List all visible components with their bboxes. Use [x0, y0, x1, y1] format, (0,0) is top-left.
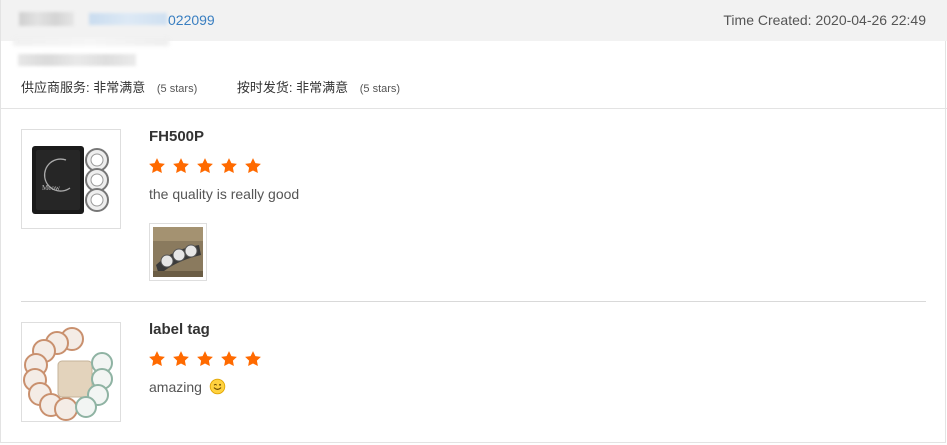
star-icon — [173, 351, 189, 367]
on-time-shipping-value: 非常满意 — [296, 80, 349, 95]
on-time-shipping-rating: 按时发货: 非常满意 (5 stars) — [237, 77, 400, 96]
supplier-service-value: 非常满意 — [93, 80, 146, 95]
review-text-container: amazing — [149, 378, 226, 395]
time-created: Time Created: 2020-04-26 22:49 — [723, 12, 926, 28]
supplier-service-rating: 供应商服务: 非常满意 (5 stars) — [21, 77, 197, 96]
review-text: amazing — [149, 379, 202, 395]
star-icon — [244, 351, 261, 367]
review-stars — [148, 350, 263, 370]
order-review-card: 022099 Time Created: 2020-04-26 22:49 供应… — [0, 0, 947, 443]
star-icon — [220, 158, 237, 174]
star-icon — [197, 351, 213, 367]
product-thumbnail[interactable] — [21, 322, 121, 422]
star-icon — [149, 158, 165, 174]
svg-text:Meow: Meow — [42, 184, 61, 192]
review-photo[interactable] — [149, 223, 207, 281]
star-icon — [244, 158, 261, 174]
supplier-ratings: 供应商服务: 非常满意 (5 stars) 按时发货: 非常满意 (5 star… — [21, 77, 436, 96]
product-title[interactable]: FH500P — [149, 128, 204, 145]
star-icon — [197, 158, 213, 174]
order-header: 022099 Time Created: 2020-04-26 22:49 — [1, 0, 947, 41]
buyer-name-redacted — [18, 54, 136, 66]
on-time-shipping-label: 按时发货: — [236, 80, 293, 95]
smiling-face-icon — [209, 378, 226, 395]
product-thumbnail[interactable]: Meow — [21, 129, 121, 229]
review-divider — [21, 301, 926, 302]
section-divider — [1, 108, 947, 109]
star-icon — [220, 351, 237, 367]
review-stars — [148, 157, 263, 177]
order-number-link[interactable]: 022099 — [168, 12, 215, 28]
star-icon — [149, 351, 165, 367]
star-icon — [173, 158, 189, 174]
review-text: the quality is really good — [149, 186, 300, 202]
on-time-shipping-stars: (5 stars) — [359, 83, 401, 95]
supplier-service-label: 供应商服务: — [21, 80, 90, 95]
supplier-service-stars: (5 stars) — [156, 83, 198, 95]
buyer-name-redacted-shadow — [13, 38, 169, 46]
order-number-redacted — [19, 12, 167, 26]
product-title[interactable]: label tag — [149, 321, 210, 338]
